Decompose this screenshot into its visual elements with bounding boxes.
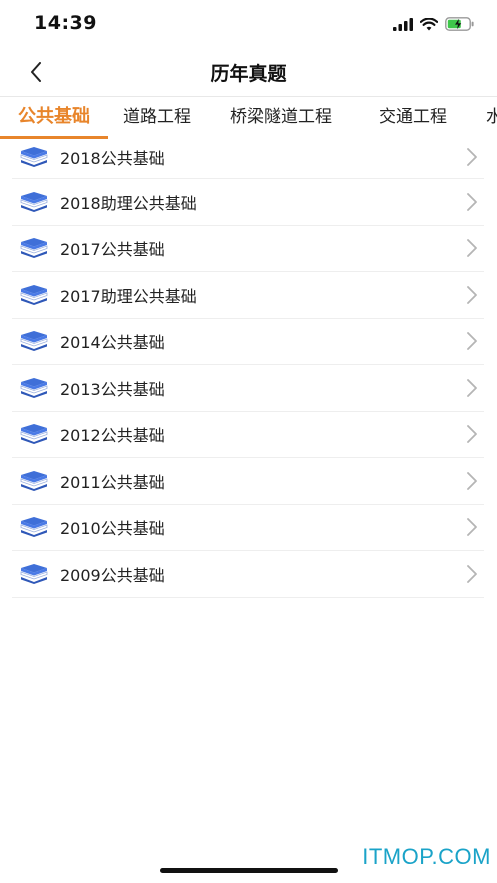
exam-list-item[interactable]: 2010公共基础 [12, 505, 484, 551]
tab-road-engineering[interactable]: 道路工程 [123, 97, 191, 139]
chevron-right-icon [467, 518, 477, 537]
exam-title: 2010公共基础 [60, 519, 165, 539]
home-indicator [160, 868, 338, 873]
status-time: 14:39 [34, 12, 97, 34]
chevron-right-icon [467, 192, 477, 211]
chevron-right-icon [467, 378, 477, 397]
exam-list-item[interactable]: 2017助理公共基础 [12, 272, 484, 319]
book-stack-icon [20, 563, 48, 584]
exam-title: 2014公共基础 [60, 333, 165, 353]
chevron-right-icon [467, 471, 477, 490]
signal-icon [393, 17, 413, 31]
book-stack-icon [20, 146, 48, 167]
tab-label: 公共基础 [18, 106, 90, 127]
book-stack-icon [20, 470, 48, 491]
tab-label: 水 [486, 107, 497, 127]
status-icons [393, 14, 475, 34]
tab-water[interactable]: 水 [486, 97, 497, 139]
chevron-right-icon [467, 425, 477, 444]
exam-title: 2009公共基础 [60, 565, 165, 585]
exam-title: 2011公共基础 [60, 472, 165, 492]
wifi-icon [420, 17, 438, 30]
book-stack-icon [20, 424, 48, 445]
exam-title: 2013公共基础 [60, 379, 165, 399]
exam-title: 2012公共基础 [60, 426, 165, 446]
book-stack-icon [20, 238, 48, 259]
exam-list-item[interactable]: 2017公共基础 [12, 226, 484, 272]
book-stack-icon [20, 191, 48, 212]
tab-public-foundation[interactable]: 公共基础 [0, 97, 108, 139]
tab-label: 道路工程 [123, 107, 191, 127]
tab-traffic-engineering[interactable]: 交通工程 [379, 97, 447, 139]
battery-charging-icon [445, 17, 474, 31]
exam-list-item[interactable]: 2009公共基础 [12, 551, 484, 598]
chevron-right-icon [467, 564, 477, 583]
status-bar: 14:39 [0, 0, 497, 48]
tab-bridge-tunnel-engineering[interactable]: 桥梁隧道工程 [230, 97, 332, 139]
watermark: ITMOP.COM [362, 844, 491, 869]
book-stack-icon [20, 284, 48, 305]
nav-bar: 历年真题 [0, 48, 497, 97]
exam-title: 2017公共基础 [60, 240, 165, 260]
chevron-right-icon [467, 147, 477, 166]
tab-label: 交通工程 [379, 107, 447, 127]
chevron-right-icon [467, 239, 477, 258]
exam-list-item[interactable]: 2018公共基础 [12, 135, 484, 179]
exam-list-item[interactable]: 2018助理公共基础 [12, 179, 484, 226]
chevron-right-icon [467, 332, 477, 351]
book-stack-icon [20, 517, 48, 538]
exam-list-item[interactable]: 2013公共基础 [12, 365, 484, 412]
category-tabs: 公共基础 道路工程 桥梁隧道工程 交通工程 水 [0, 97, 497, 139]
exam-title: 2017助理公共基础 [60, 286, 197, 306]
book-stack-icon [20, 331, 48, 352]
book-stack-icon [20, 377, 48, 398]
exam-title: 2018助理公共基础 [60, 193, 197, 213]
chevron-right-icon [467, 285, 477, 304]
exam-list: 2018公共基础 2018助理公共基础 2017公共基础 2017助理公共基础 2014… [12, 135, 484, 598]
page-title: 历年真题 [210, 63, 287, 85]
exam-title: 2018公共基础 [60, 148, 165, 168]
exam-list-item[interactable]: 2011公共基础 [12, 458, 484, 505]
exam-list-item[interactable]: 2012公共基础 [12, 412, 484, 458]
tab-label: 桥梁隧道工程 [230, 107, 332, 127]
exam-list-item[interactable]: 2014公共基础 [12, 319, 484, 365]
